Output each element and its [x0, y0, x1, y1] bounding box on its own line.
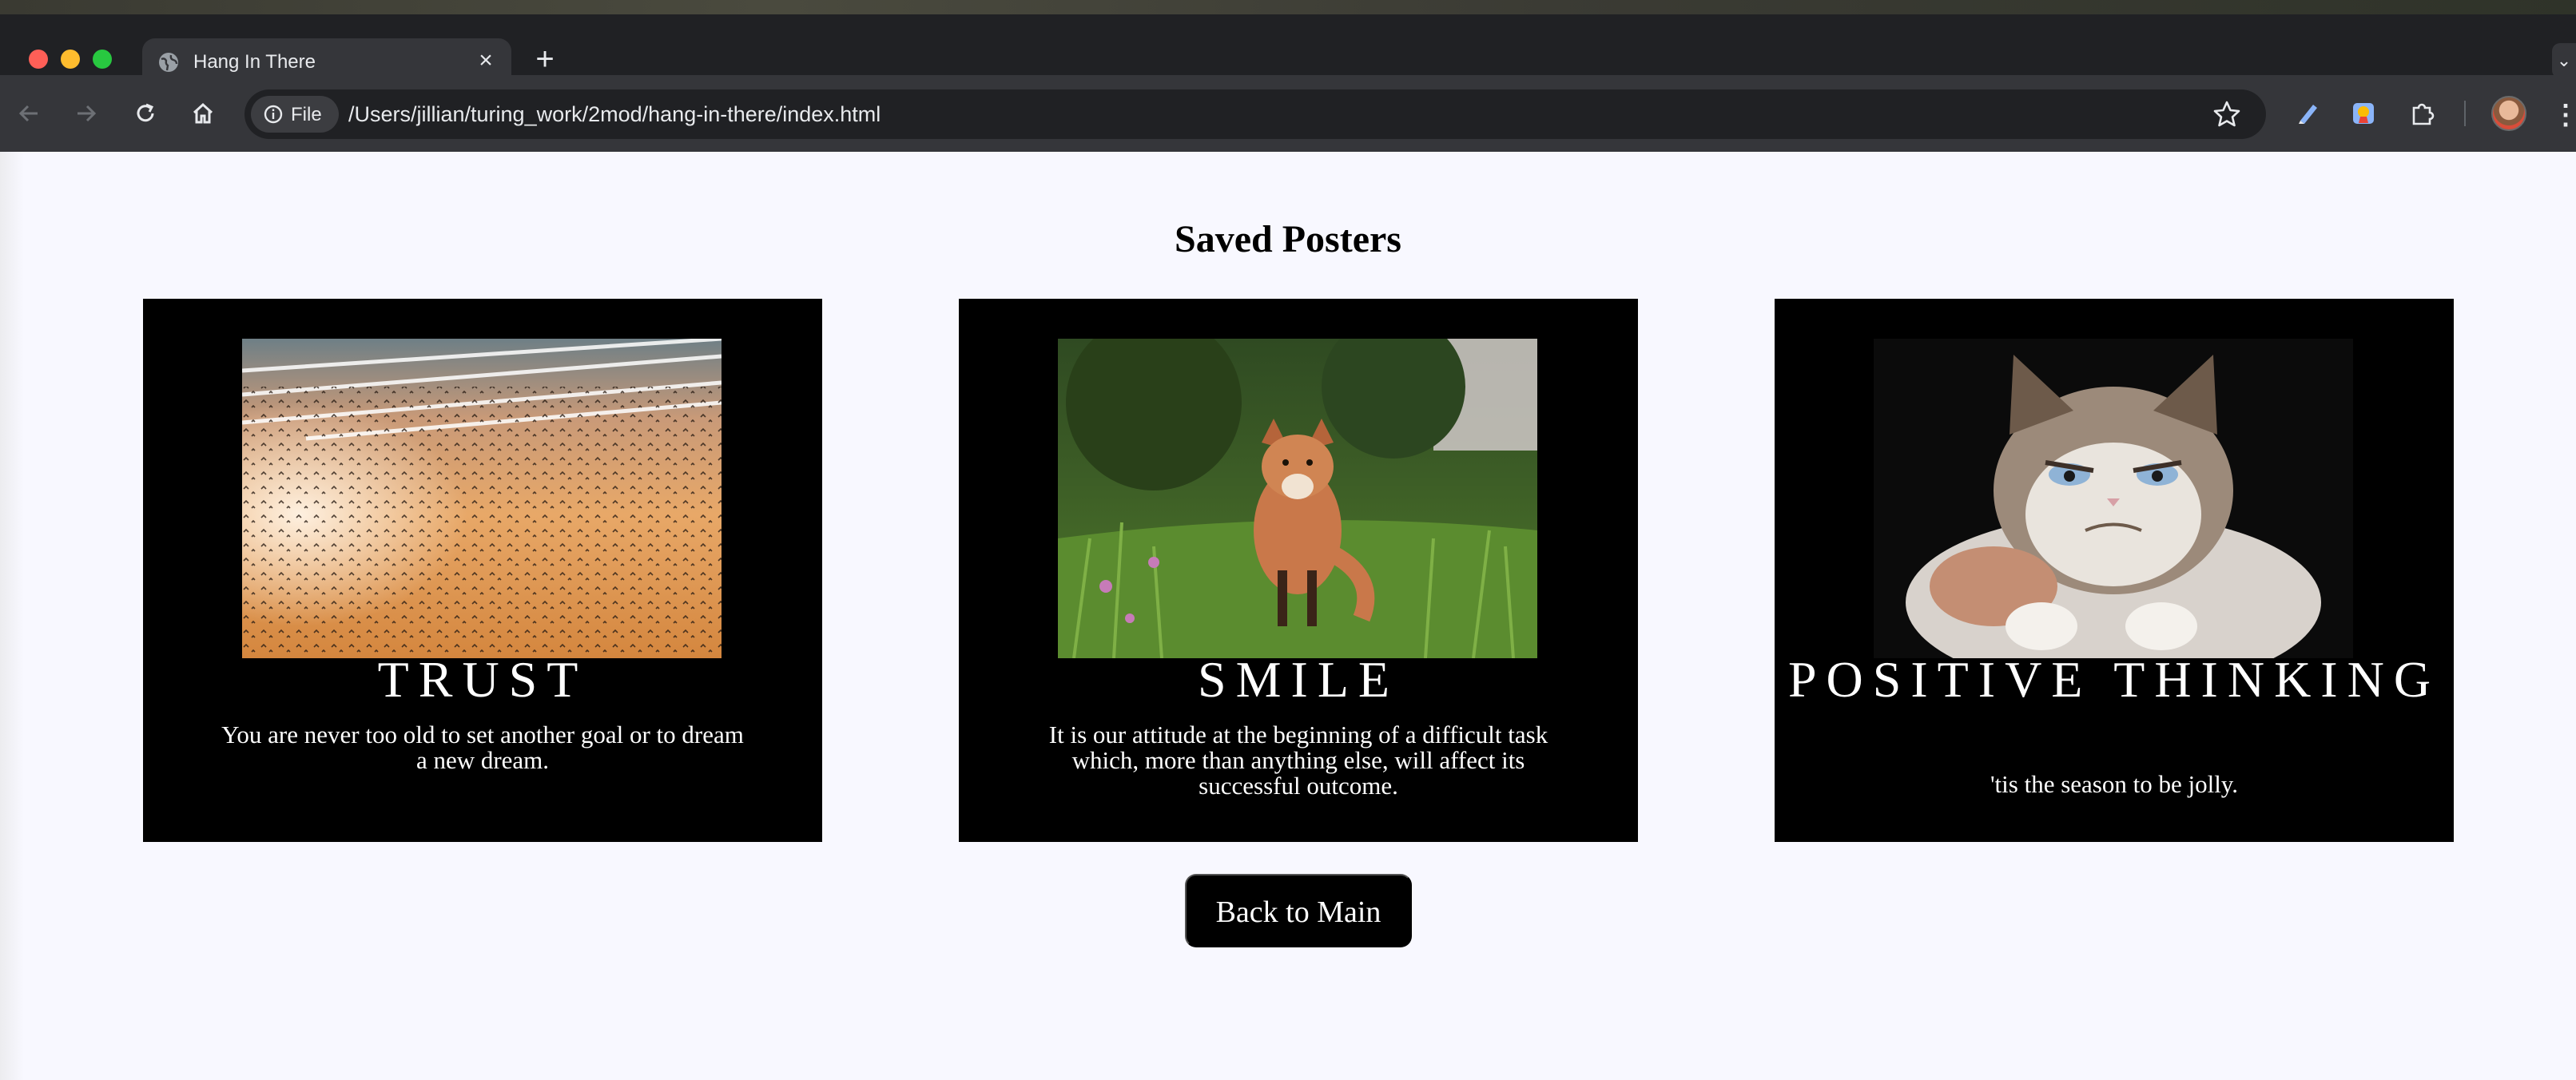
browser-toolbar: File /Users/jillian/turing_work/2mod/han…	[0, 75, 2576, 152]
back-to-main-button[interactable]: Back to Main	[1185, 874, 1412, 947]
extension-badge-button[interactable]	[2344, 94, 2383, 133]
url-text[interactable]: /Users/jillian/turing_work/2mod/hang-in-…	[348, 102, 881, 127]
back-button[interactable]	[10, 94, 48, 133]
info-icon	[264, 105, 283, 124]
forward-button[interactable]	[67, 94, 105, 133]
close-window-button[interactable]	[29, 50, 48, 69]
poster-title: POSITIVE THINKING	[1787, 651, 2441, 708]
site-chip-label: File	[291, 104, 322, 125]
tab-search-chevron-icon[interactable]: ⌄	[2552, 43, 2576, 78]
new-tab-button[interactable]: +	[531, 43, 559, 75]
highlighter-icon	[2299, 105, 2317, 124]
badge-icon	[2353, 103, 2374, 124]
address-bar[interactable]: File /Users/jillian/turing_work/2mod/han…	[244, 89, 2266, 139]
extensions-button[interactable]	[2403, 94, 2442, 133]
poster-title: SMILE	[1198, 651, 1399, 708]
bookmark-star-icon[interactable]	[2212, 99, 2242, 129]
globe-icon	[159, 53, 178, 72]
home-icon	[193, 102, 213, 124]
reload-icon	[137, 103, 154, 122]
puzzle-piece-icon	[2412, 103, 2435, 125]
arrow-right-icon	[78, 105, 97, 122]
site-info-chip[interactable]: File	[251, 96, 339, 133]
page-edge-shade	[0, 152, 24, 1080]
poster-quote: You are never too old to set another goa…	[221, 721, 744, 774]
tab-title: Hang In There	[193, 51, 316, 73]
arrow-left-icon	[18, 105, 38, 122]
desktop-background	[0, 0, 2576, 14]
saved-poster-trust[interactable]: TRUST You are never too old to set anoth…	[143, 299, 822, 842]
poster-quote: 'tis the season to be jolly.	[1990, 770, 2239, 798]
reload-button[interactable]	[126, 94, 165, 133]
poster-image-fox	[1058, 339, 1537, 658]
poster-quote: It is our attitude at the beginning of a…	[1048, 721, 1548, 800]
toolbar-divider	[2464, 101, 2466, 126]
profile-avatar[interactable]	[2491, 96, 2526, 131]
page-content: Saved Posters TRUST You are never too ol…	[0, 152, 2576, 1080]
page-title: Saved Posters	[1175, 218, 1401, 260]
extension-highlighter-button[interactable]	[2288, 94, 2327, 133]
saved-poster-smile[interactable]: SMILE It is our attitude at the beginnin…	[959, 299, 1638, 842]
more-menu-icon[interactable]: ⋮	[2552, 99, 2576, 131]
grumpy-cat-image	[1874, 339, 2353, 658]
poster-image-cat	[1874, 339, 2353, 658]
minimize-window-button[interactable]	[61, 50, 80, 69]
browser-tab-bar: Hang In There × + ⌄	[0, 14, 2576, 89]
maximize-window-button[interactable]	[93, 50, 112, 69]
home-button[interactable]	[184, 94, 222, 133]
poster-title: TRUST	[377, 651, 588, 708]
close-tab-icon[interactable]: ×	[473, 48, 499, 73]
birds-flock-sunset-image	[242, 339, 722, 658]
saved-poster-positive-thinking[interactable]: POSITIVE THINKING 'tis the season to be …	[1775, 299, 2454, 842]
poster-image-birds	[242, 339, 722, 658]
fox-in-grass-image	[1058, 339, 1537, 658]
